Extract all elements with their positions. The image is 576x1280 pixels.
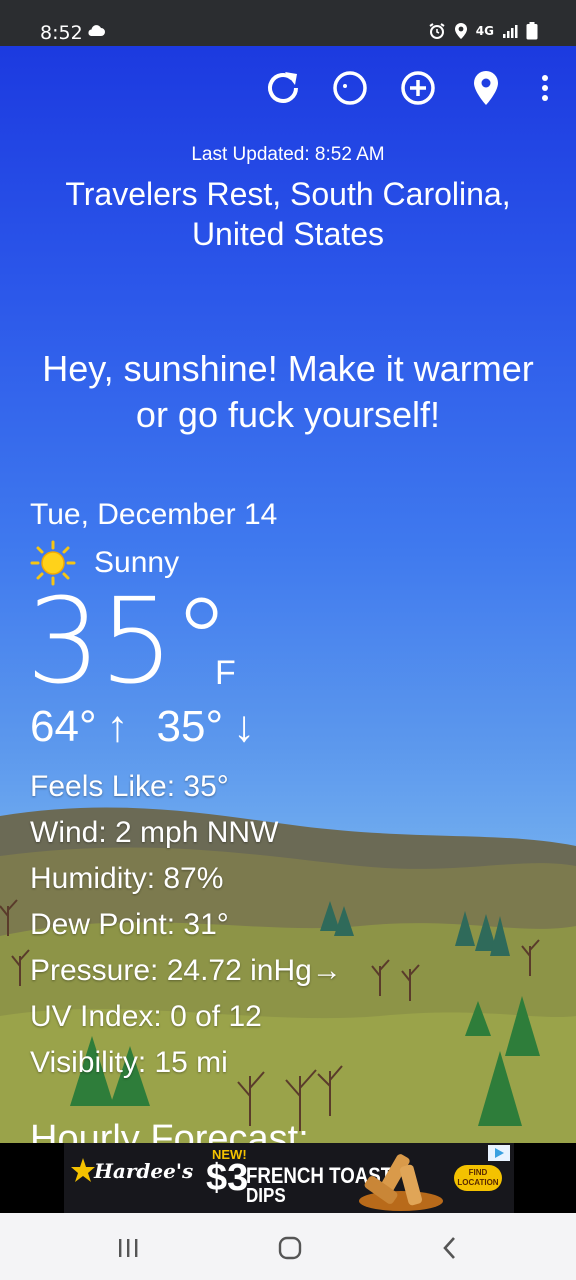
- current-date: Tue, December 14: [30, 498, 278, 531]
- home-icon: [278, 1236, 302, 1260]
- back-button[interactable]: [430, 1233, 470, 1263]
- theme-button[interactable]: [328, 66, 372, 110]
- ad-creative[interactable]: Hardee's NEW! $3 FRENCH TOAST DIPS FIND …: [64, 1143, 514, 1213]
- ad-choices-icon[interactable]: [488, 1145, 510, 1161]
- network-type: 4G: [475, 24, 494, 38]
- refresh-button[interactable]: [261, 66, 305, 110]
- high-temperature: 64°: [30, 702, 97, 751]
- recent-apps-icon: [119, 1239, 138, 1257]
- visibility: Visibility: 15 mi: [30, 1046, 228, 1079]
- star-logo-icon: [71, 1158, 95, 1182]
- weather-app: Last Updated: 8:52 AM Travelers Rest, So…: [0, 46, 576, 1143]
- high-low: 64° ↑ 35° ↓: [30, 702, 255, 752]
- alarm-icon: [429, 23, 445, 39]
- status-bar: 8:52 4G: [0, 0, 576, 46]
- ad-find-location[interactable]: FIND LOCATION: [454, 1165, 502, 1191]
- location-pin-icon: [474, 71, 498, 105]
- signal-icon: [503, 25, 518, 38]
- navigation-bar: [0, 1213, 576, 1280]
- location-name[interactable]: Travelers Rest, South Carolina, United S…: [40, 174, 536, 254]
- wind: Wind: 2 mph NNW: [30, 816, 279, 849]
- more-options-icon: [542, 75, 548, 101]
- humidity: Humidity: 87%: [30, 862, 224, 895]
- down-arrow-icon: ↓: [233, 702, 256, 751]
- location-button[interactable]: [464, 66, 508, 110]
- refresh-icon: [268, 72, 298, 103]
- uv-index: UV Index: 0 of 12: [30, 1000, 262, 1033]
- feels-like: Feels Like: 35°: [30, 770, 229, 803]
- low-temperature: 35°: [156, 702, 224, 751]
- cloud-icon: [88, 25, 105, 36]
- recent-apps-button[interactable]: [108, 1233, 148, 1263]
- hourly-forecast-title: Hourly Forecast:: [30, 1118, 309, 1143]
- ad-price: $3: [206, 1157, 249, 1199]
- status-time: 8:52: [40, 22, 83, 44]
- french-toast-image: [359, 1154, 443, 1211]
- ad-brand: Hardee's: [94, 1159, 194, 1183]
- theme-icon: [333, 71, 367, 105]
- more-options-button[interactable]: [523, 66, 567, 110]
- dew-point: Dew Point: 31°: [30, 908, 229, 941]
- current-temperature: 35°: [26, 572, 231, 710]
- battery-icon: [526, 22, 538, 40]
- temperature-unit[interactable]: F: [215, 654, 236, 693]
- add-location-icon: [401, 71, 435, 105]
- ad-product-line2: DIPS: [246, 1185, 286, 1207]
- last-updated: Last Updated: 8:52 AM: [191, 144, 385, 165]
- weather-quote: Hey, sunshine! Make it warmer or go fuck…: [42, 348, 534, 435]
- back-icon: [443, 1237, 455, 1259]
- add-location-button[interactable]: [396, 66, 440, 110]
- up-arrow-icon: ↑: [106, 702, 129, 751]
- home-button[interactable]: [270, 1233, 310, 1263]
- location-status-icon: [454, 23, 467, 39]
- pressure: Pressure: 24.72 inHg→: [30, 954, 342, 987]
- status-icons: 4G: [428, 22, 538, 40]
